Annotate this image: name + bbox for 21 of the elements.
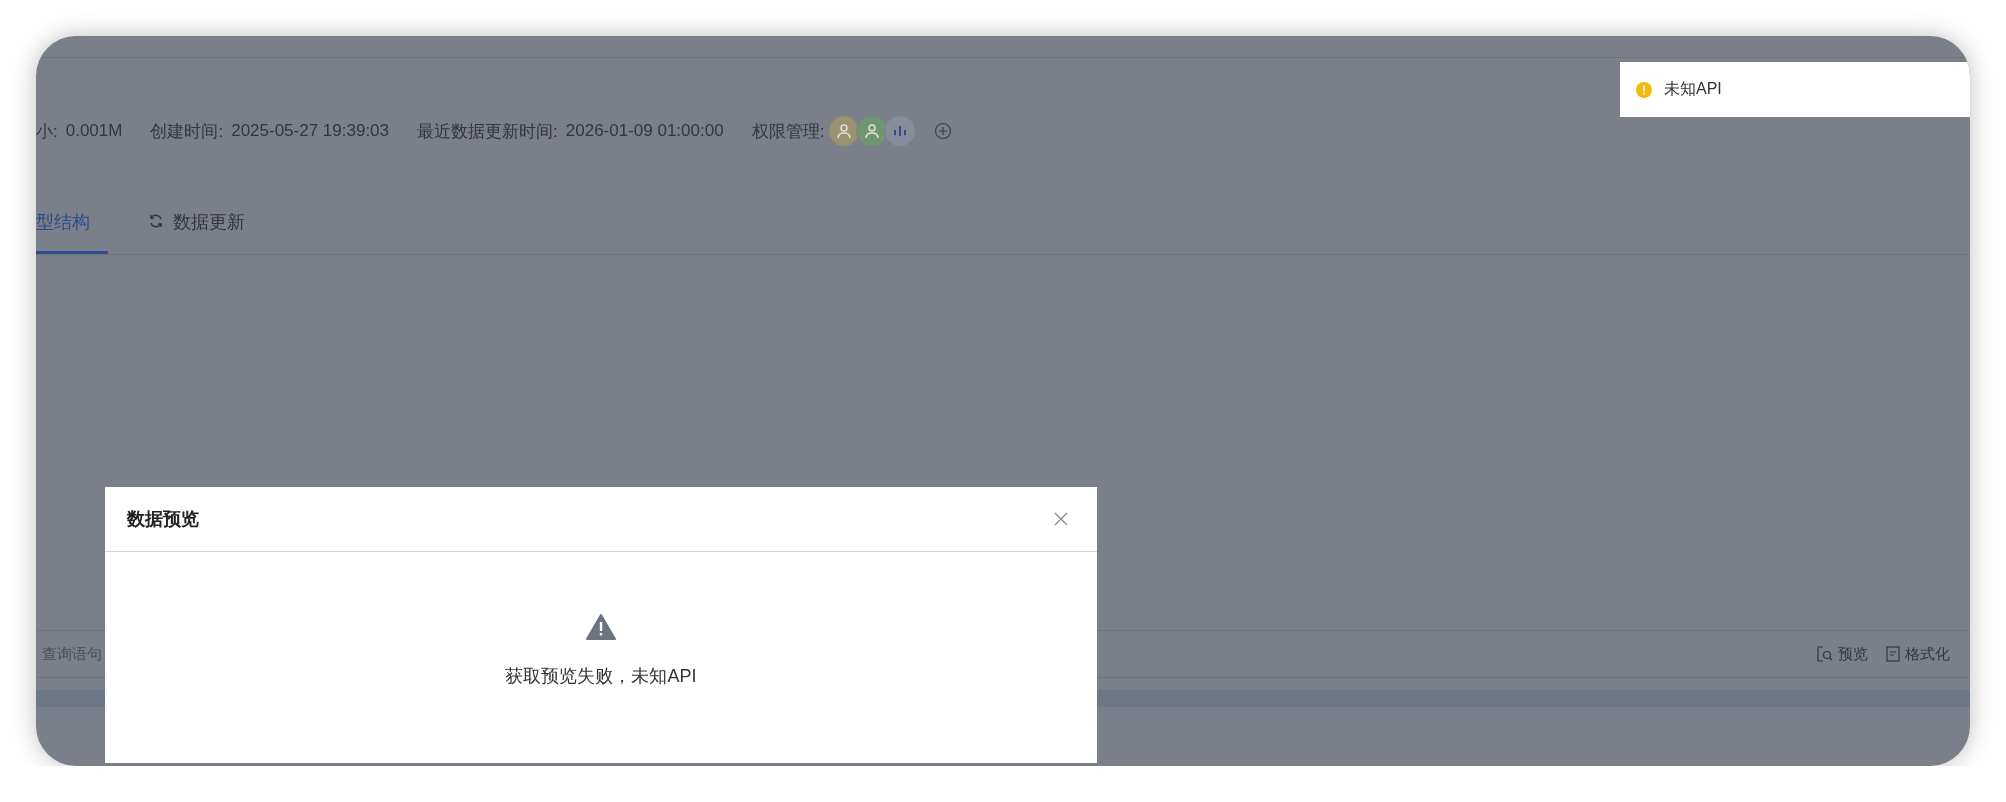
format-button[interactable]: 格式化 [1886,644,1950,664]
tab[interactable]: 数据更新 [148,210,245,251]
document-icon [1886,646,1900,662]
warning-icon [586,614,616,640]
dialog-title: 数据预览 [127,508,199,531]
field-value: 0.001M [65,121,123,141]
close-icon[interactable] [1053,511,1069,527]
add-icon[interactable] [934,122,953,140]
field-value: 2026-01-09 01:00:00 [565,121,724,141]
tab[interactable]: 型结构 [36,210,108,254]
warning-icon [1636,81,1652,98]
refresh-icon [148,213,164,229]
error-message: 获取预览失败，未知API [505,665,697,688]
field-value: 2025-05-27 19:39:03 [231,121,390,141]
field-label: 权限管理: [751,120,825,143]
toast-message: 未知API [1664,79,1722,99]
field-label: 创建时间: [150,120,224,143]
preview-button[interactable]: 预览 [1817,644,1868,664]
field-label: 小: [36,120,58,143]
field-label: 最近数据更新时间: [417,120,558,143]
search-icon [1817,646,1833,662]
